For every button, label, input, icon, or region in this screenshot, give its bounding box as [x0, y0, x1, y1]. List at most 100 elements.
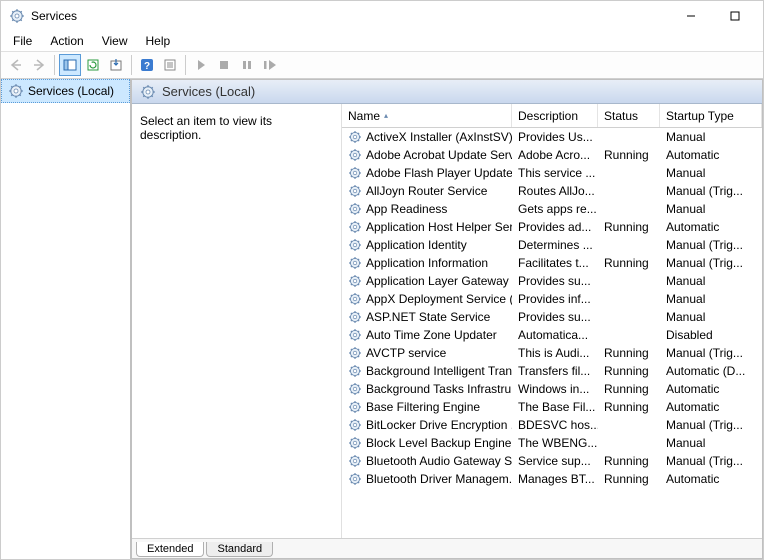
service-name: Background Tasks Infrastru... — [366, 382, 512, 396]
service-name: ActiveX Installer (AxInstSV) — [366, 130, 512, 144]
gear-icon — [348, 274, 362, 288]
service-startup: Manual (Trig... — [660, 454, 762, 468]
service-startup: Manual — [660, 202, 762, 216]
export-button[interactable] — [105, 54, 127, 76]
service-row[interactable]: ActiveX Installer (AxInstSV)Provides Us.… — [342, 128, 762, 146]
pause-service-button[interactable] — [236, 54, 258, 76]
app-icon — [9, 8, 25, 24]
menu-action[interactable]: Action — [42, 32, 91, 50]
stop-service-button[interactable] — [213, 54, 235, 76]
service-row[interactable]: Application Host Helper Ser...Provides a… — [342, 218, 762, 236]
gear-icon — [348, 130, 362, 144]
minimize-button[interactable] — [671, 2, 711, 30]
restart-icon — [263, 59, 277, 71]
service-row[interactable]: Application InformationFacilitates t...R… — [342, 254, 762, 272]
column-header-status[interactable]: Status — [598, 104, 660, 127]
service-description: Windows in... — [512, 382, 598, 396]
service-description: Automatica... — [512, 328, 598, 342]
refresh-button[interactable] — [82, 54, 104, 76]
properties-icon — [163, 58, 177, 72]
services-rows[interactable]: ActiveX Installer (AxInstSV)Provides Us.… — [342, 128, 762, 538]
service-status: Running — [598, 364, 660, 378]
gear-icon — [8, 83, 24, 99]
menu-view[interactable]: View — [94, 32, 136, 50]
service-startup: Manual — [660, 130, 762, 144]
description-pane: Select an item to view its description. — [132, 104, 342, 538]
view-tabs: Extended Standard — [132, 538, 762, 558]
service-startup: Manual — [660, 292, 762, 306]
service-description: Gets apps re... — [512, 202, 598, 216]
gear-icon — [348, 256, 362, 270]
service-name: Adobe Flash Player Update ... — [366, 166, 512, 180]
toolbar-separator — [185, 55, 186, 75]
refresh-icon — [86, 58, 100, 72]
arrow-left-icon — [9, 58, 23, 72]
console-tree[interactable]: Services (Local) — [1, 79, 131, 559]
arrow-right-icon — [32, 58, 46, 72]
column-header-name[interactable]: Name ▴ — [342, 104, 512, 127]
service-row[interactable]: Background Tasks Infrastru...Windows in.… — [342, 380, 762, 398]
titlebar: Services — [1, 1, 763, 31]
nav-forward-button[interactable] — [28, 54, 50, 76]
service-startup: Automatic — [660, 148, 762, 162]
tab-standard[interactable]: Standard — [206, 542, 273, 557]
menu-file[interactable]: File — [5, 32, 40, 50]
service-description: Provides Us... — [512, 130, 598, 144]
start-service-button[interactable] — [190, 54, 212, 76]
service-row[interactable]: AppX Deployment Service (...Provides inf… — [342, 290, 762, 308]
service-status: Running — [598, 220, 660, 234]
service-row[interactable]: Application Layer Gateway ...Provides su… — [342, 272, 762, 290]
service-row[interactable]: ASP.NET State ServiceProvides su...Manua… — [342, 308, 762, 326]
service-status: Running — [598, 472, 660, 486]
gear-icon — [348, 436, 362, 450]
service-name: Application Host Helper Ser... — [366, 220, 512, 234]
tab-extended[interactable]: Extended — [136, 542, 204, 557]
service-name: BitLocker Drive Encryption ... — [366, 418, 512, 432]
service-startup: Automatic (D... — [660, 364, 762, 378]
service-status: Running — [598, 454, 660, 468]
service-startup: Manual (Trig... — [660, 256, 762, 270]
service-row[interactable]: Bluetooth Driver Managem...Manages BT...… — [342, 470, 762, 488]
service-name: Adobe Acrobat Update Serv... — [366, 148, 512, 162]
service-startup: Automatic — [660, 472, 762, 486]
svg-text:?: ? — [144, 61, 150, 72]
service-row[interactable]: BitLocker Drive Encryption ...BDESVC hos… — [342, 416, 762, 434]
service-name: Application Layer Gateway ... — [366, 274, 512, 288]
maximize-icon — [730, 11, 740, 21]
gear-icon — [348, 292, 362, 306]
toolbar-separator — [131, 55, 132, 75]
service-row[interactable]: Application IdentityDetermines ...Manual… — [342, 236, 762, 254]
help-button[interactable]: ? — [136, 54, 158, 76]
service-name: Auto Time Zone Updater — [366, 328, 497, 342]
window-title: Services — [31, 9, 671, 23]
toolbar: ? — [1, 51, 763, 79]
maximize-button[interactable] — [715, 2, 755, 30]
service-row[interactable]: Adobe Flash Player Update ...This servic… — [342, 164, 762, 182]
service-row[interactable]: AVCTP serviceThis is Audi...RunningManua… — [342, 344, 762, 362]
show-hide-tree-button[interactable] — [59, 54, 81, 76]
menu-help[interactable]: Help — [138, 32, 179, 50]
service-row[interactable]: Base Filtering EngineThe Base Fil...Runn… — [342, 398, 762, 416]
restart-service-button[interactable] — [259, 54, 281, 76]
service-description: Provides ad... — [512, 220, 598, 234]
gear-icon — [348, 220, 362, 234]
column-header-description[interactable]: Description — [512, 104, 598, 127]
service-row[interactable]: Block Level Backup Engine ...The WBENG..… — [342, 434, 762, 452]
service-row[interactable]: App ReadinessGets apps re...Manual — [342, 200, 762, 218]
service-row[interactable]: Auto Time Zone UpdaterAutomatica...Disab… — [342, 326, 762, 344]
properties-button[interactable] — [159, 54, 181, 76]
gear-icon — [348, 382, 362, 396]
nav-back-button[interactable] — [5, 54, 27, 76]
service-name: Application Information — [366, 256, 488, 270]
service-row[interactable]: AllJoyn Router ServiceRoutes AllJo...Man… — [342, 182, 762, 200]
sort-asc-icon: ▴ — [384, 111, 388, 120]
column-headers: Name ▴ Description Status Startup Type — [342, 104, 762, 128]
service-row[interactable]: Adobe Acrobat Update Serv...Adobe Acro..… — [342, 146, 762, 164]
service-row[interactable]: Background Intelligent Tran...Transfers … — [342, 362, 762, 380]
service-description: Routes AllJo... — [512, 184, 598, 198]
service-row[interactable]: Bluetooth Audio Gateway S...Service sup.… — [342, 452, 762, 470]
column-header-startup[interactable]: Startup Type — [660, 104, 762, 127]
gear-icon — [348, 310, 362, 324]
service-startup: Manual (Trig... — [660, 238, 762, 252]
tree-item-services-local[interactable]: Services (Local) — [1, 79, 130, 103]
